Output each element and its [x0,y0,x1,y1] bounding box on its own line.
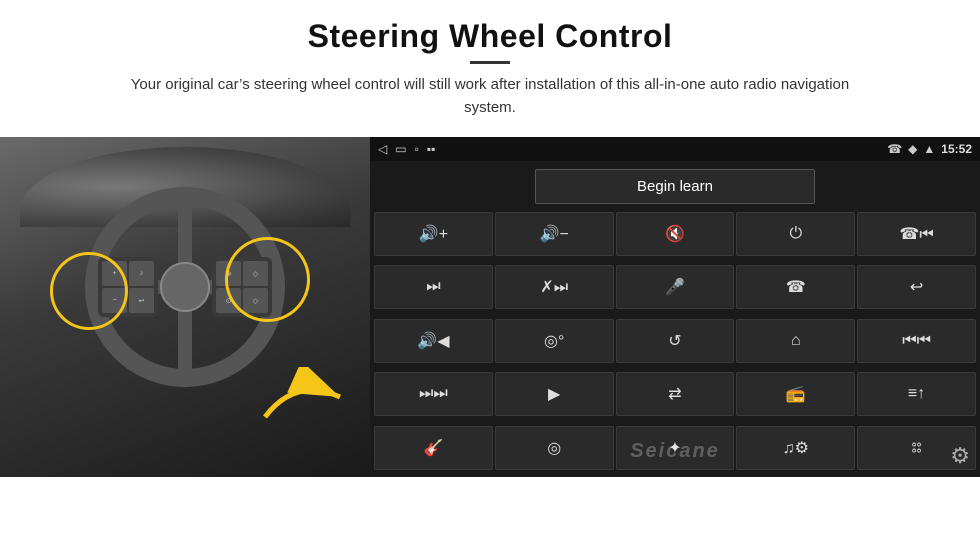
hangup-button[interactable]: ↩ [857,265,976,309]
status-left: ◁ ▭ ▫ ▪▪ [378,142,435,156]
settings-gear-button[interactable]: ⚙ [950,443,970,469]
nav-button[interactable]: ▶ [495,372,614,416]
skip-fwd-icon: ✗⏭ [540,277,568,297]
audio-prev-icon: 🔊◀ [417,331,449,351]
subtitle: Your original car’s steering wheel contr… [110,74,870,119]
hangup-icon: ↩ [910,277,923,297]
fast-fwd-icon: ⏭⏭ [419,385,448,403]
begin-learn-row: Begin learn [370,161,980,212]
skip-fwd-button[interactable]: ✗⏭ [495,265,614,309]
car-image-panel: + ♪ − ↩ ⊕ ◇ ⊙ ◇ [0,137,370,477]
equalizer-icon: ◎ [547,438,561,458]
bluetooth-button[interactable]: ✦ [616,426,735,470]
battery-icon: ▪▪ [427,142,436,156]
equalizer-button[interactable]: ◎ [495,426,614,470]
nav-icon: ▶ [548,384,560,404]
back-nav-icon[interactable]: ◁ [378,142,387,156]
annotation-circle-right [225,237,310,322]
content-row: + ♪ − ↩ ⊕ ◇ ⊙ ◇ [0,137,980,477]
phone-status-icon: ☎ [887,142,902,156]
home-button[interactable]: ⌂ [736,319,855,363]
recent-nav-icon[interactable]: ▫ [415,142,419,156]
mic2-icon: 🎸 [423,438,443,458]
radio-button[interactable]: 📻 [736,372,855,416]
phone-prev-button[interactable]: ☎⏮ [857,212,976,256]
annotation-circle-left [50,252,128,330]
music-settings-button[interactable]: ♫⚙ [736,426,855,470]
eq2-icon: ⦂⦂ [912,439,922,457]
title-divider [470,61,510,64]
source-button[interactable]: ⇄ [616,372,735,416]
android-panel: ◁ ▭ ▫ ▪▪ ☎ ◆ ▲ 15:52 Begin learn � [370,137,980,477]
music-settings-icon: ♫⚙ [783,438,809,458]
page-wrapper: Steering Wheel Control Your original car… [0,0,980,548]
power-icon: ⏻ [789,225,802,243]
360-icon: ◎° [544,331,564,351]
power-button[interactable]: ⏻ [736,212,855,256]
fast-fwd-button[interactable]: ⏭⏭ [374,372,493,416]
wheel-center [160,262,210,312]
vol-up-button[interactable]: 🔊+ [374,212,493,256]
mute-icon: 🔇 [665,224,685,244]
mic-button[interactable]: 🎤 [616,265,735,309]
360-button[interactable]: ◎° [495,319,614,363]
vol-up-icon: 🔊+ [419,224,448,244]
controls-grid: 🔊+ 🔊− 🔇 ⏻ ☎⏮ ⏭ ✗⏭ 🎤 ☎ ↩ 🔊◀ ◎° ↺ ⌂ ⏮⏮ ⏭⏭ [370,212,980,477]
phone-icon: ☎ [786,277,806,297]
source-icon: ⇄ [668,384,681,404]
status-time: 15:52 [941,142,972,156]
eq-settings-icon: ≡↑ [908,385,925,403]
status-right: ☎ ◆ ▲ 15:52 [887,142,972,156]
status-bar: ◁ ▭ ▫ ▪▪ ☎ ◆ ▲ 15:52 [370,137,980,161]
page-title: Steering Wheel Control [20,18,960,55]
car-interior: + ♪ − ↩ ⊕ ◇ ⊙ ◇ [0,137,370,477]
back-button[interactable]: ↺ [616,319,735,363]
mini-btn-4: ↩ [129,288,154,313]
vol-down-button[interactable]: 🔊− [495,212,614,256]
annotation-arrow [255,367,355,437]
location-status-icon: ◆ [908,142,917,156]
gear-icon: ⚙ [950,443,970,468]
wifi-status-icon: ▲ [923,142,935,156]
next-track-icon: ⏭ [426,278,440,296]
radio-icon: 📻 [786,384,806,404]
home-nav-icon[interactable]: ▭ [395,142,406,156]
prev-track-icon: ⏮⏮ [902,332,931,350]
phone-button[interactable]: ☎ [736,265,855,309]
mic2-button[interactable]: 🎸 [374,426,493,470]
bluetooth-icon: ✦ [668,438,681,458]
next-track-button[interactable]: ⏭ [374,265,493,309]
mic-icon: 🎤 [665,277,685,297]
home-icon: ⌂ [791,332,801,350]
eq-settings-button[interactable]: ≡↑ [857,372,976,416]
prev-track-button[interactable]: ⏮⏮ [857,319,976,363]
begin-learn-button[interactable]: Begin learn [535,169,815,204]
phone-prev-icon: ☎⏮ [899,224,933,244]
header-section: Steering Wheel Control Your original car… [0,0,980,129]
mute-button[interactable]: 🔇 [616,212,735,256]
back-icon: ↺ [668,331,681,351]
audio-prev-button[interactable]: 🔊◀ [374,319,493,363]
vol-down-icon: 🔊− [540,224,569,244]
mini-btn-2: ♪ [129,261,154,286]
